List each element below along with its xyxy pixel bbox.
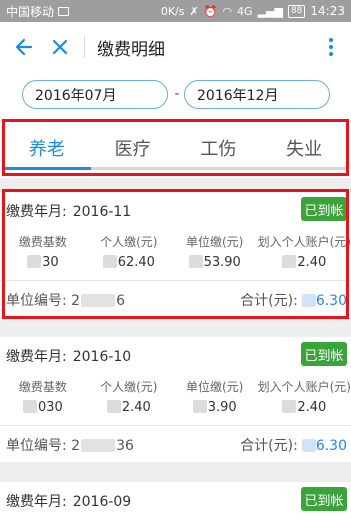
company-label: 单位缴(元) — [186, 235, 244, 249]
personal-column: 个人缴(元) 62.40 — [86, 228, 172, 280]
clock: 14:23 — [310, 4, 345, 18]
account-column: 划入个人账户(元) 2.40 — [258, 228, 351, 280]
status-bar: 中国移动 0K/s ✗ ⏰ ◠ 4G ▂▄▆ 88 14:23 — [0, 0, 351, 22]
status-right: 0K/s ✗ ⏰ ◠ 4G ▂▄▆ 88 14:23 — [161, 4, 345, 18]
base-column: 缴费基数 030 — [0, 373, 86, 425]
company-value: 53.90 — [172, 255, 258, 270]
personal-column: 个人缴(元) 2.40 — [86, 373, 172, 425]
base-label: 缴费基数 — [18, 380, 67, 394]
carrier-name: 中国移动 — [6, 4, 55, 19]
unit-number: 单位编号: 2 36 — [6, 438, 134, 454]
record-month: 缴费年月: 2016-10 — [6, 346, 131, 366]
close-button[interactable] — [42, 27, 78, 67]
base-value: 30 — [0, 255, 86, 270]
record-month: 缴费年月: 2016-09 — [6, 491, 131, 511]
back-button[interactable] — [6, 27, 42, 67]
record-header: 缴费年月: 2016-11 已到帐 — [0, 192, 351, 228]
account-label: 划入个人账户(元) — [257, 380, 351, 394]
account-label: 划入个人账户(元) — [257, 235, 351, 249]
company-column: 单位缴(元) 3.90 — [172, 373, 258, 425]
carrier-group: 中国移动 — [6, 3, 70, 20]
app-bar: 缴费明细 — [0, 22, 351, 72]
record-header: 缴费年月: 2016-10 已到帐 — [0, 337, 351, 373]
record-footer: 单位编号: 26 合计(元): 6.30 — [0, 281, 351, 317]
base-column: 缴费基数 30 — [0, 228, 86, 280]
insurance-tabs: 养老 医疗 工伤 失业 — [0, 118, 351, 178]
personal-label: 个人缴(元) — [100, 235, 158, 249]
start-date-picker[interactable]: 2016年07月 — [22, 80, 168, 109]
record-month: 缴费年月: 2016-11 — [6, 201, 131, 221]
date-separator: - — [174, 86, 180, 102]
title-divider — [84, 36, 85, 58]
wifi-icon: ◠ — [222, 4, 233, 18]
battery-level: 88 — [287, 4, 306, 18]
payment-record-card[interactable]: 缴费年月: 2016-09 已到帐 — [0, 482, 351, 520]
record-header: 缴费年月: 2016-09 已到帐 — [0, 482, 351, 518]
more-options-icon[interactable] — [319, 27, 343, 67]
personal-value: 62.40 — [86, 255, 172, 270]
personal-value: 2.40 — [86, 400, 172, 415]
tabs-highlight-frame — [2, 119, 349, 176]
network-speed: 0K/s — [160, 4, 185, 18]
network-type: 4G — [237, 4, 253, 18]
record-amounts: 缴费基数 030 个人缴(元) 2.40 单位缴(元) 3.90 划入个人账户(… — [0, 373, 351, 425]
gallery-notification-icon — [58, 6, 70, 16]
month-value: 2016-11 — [72, 204, 132, 220]
base-label: 缴费基数 — [18, 235, 67, 249]
status-badge: 已到帐 — [301, 342, 347, 366]
month-value: 2016-09 — [72, 494, 132, 510]
unit-number: 单位编号: 26 — [6, 293, 126, 309]
month-label: 缴费年月: — [6, 349, 67, 365]
account-column: 划入个人账户(元) 2.40 — [258, 373, 351, 425]
month-value: 2016-10 — [72, 349, 132, 365]
month-label: 缴费年月: — [6, 494, 67, 510]
status-badge: 已到帐 — [301, 197, 347, 221]
close-icon — [52, 39, 68, 55]
status-badge: 已到帐 — [301, 487, 347, 511]
company-label: 单位缴(元) — [186, 380, 244, 394]
signal-icon: ▂▄▆ — [257, 4, 283, 18]
record-footer: 单位编号: 2 36 合计(元): 6.30 — [0, 426, 351, 462]
personal-label: 个人缴(元) — [100, 380, 158, 394]
arrow-left-icon — [15, 38, 33, 56]
page-title: 缴费明细 — [97, 39, 165, 60]
record-total: 合计(元): 6.30 — [240, 438, 347, 454]
company-column: 单位缴(元) 53.90 — [172, 228, 258, 280]
date-range-bar: 2016年07月 - 2016年12月 — [0, 72, 351, 118]
end-date-picker[interactable]: 2016年12月 — [184, 80, 330, 109]
base-value: 030 — [0, 400, 86, 415]
mute-icon: ✗ — [189, 4, 199, 18]
payment-record-card[interactable]: 缴费年月: 2016-10 已到帐 缴费基数 030 个人缴(元) 2.40 单位… — [0, 337, 351, 462]
record-amounts: 缴费基数 30 个人缴(元) 62.40 单位缴(元) 53.90 划入个人账户… — [0, 228, 351, 280]
payment-record-card[interactable]: 缴费年月: 2016-11 已到帐 缴费基数 30 个人缴(元) 62.40 单位… — [0, 192, 351, 317]
account-value: 2.40 — [258, 400, 351, 415]
account-value: 2.40 — [258, 255, 351, 270]
record-total: 合计(元): 6.30 — [240, 293, 347, 309]
company-value: 3.90 — [172, 400, 258, 415]
month-label: 缴费年月: — [6, 204, 67, 220]
alarm-icon: ⏰ — [203, 4, 218, 18]
